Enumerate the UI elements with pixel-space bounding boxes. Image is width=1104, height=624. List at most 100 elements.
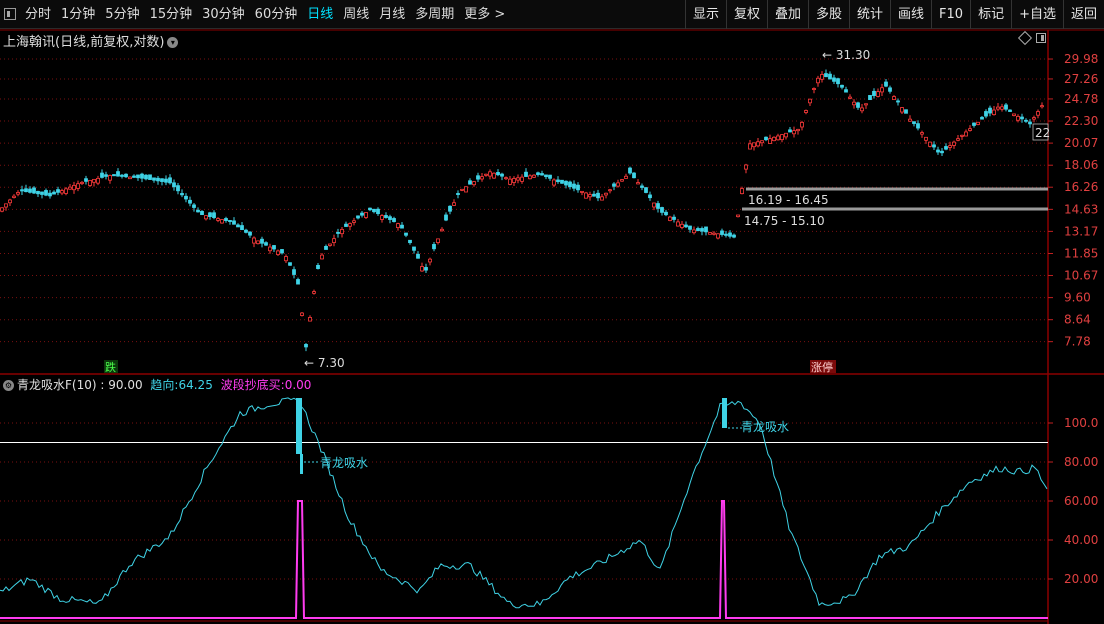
candle-body	[608, 189, 612, 192]
stock-title: 上海翰讯(日线,前复权,对数)	[3, 35, 165, 50]
candle-body	[1012, 113, 1016, 116]
candle-body	[448, 205, 452, 212]
candle-body	[264, 242, 268, 246]
candle-body	[524, 171, 528, 177]
candle-body	[308, 317, 312, 322]
candle-body	[248, 231, 252, 236]
candle-body	[48, 192, 52, 197]
candle-body	[392, 218, 396, 222]
candle-body	[124, 173, 128, 178]
candle-body	[144, 174, 148, 180]
candle-body	[868, 95, 872, 101]
settings-icon[interactable]: ⚙	[3, 380, 14, 391]
kline-chart-canvas[interactable]: 29.98 27.26 24.78 22.30 20.07 18.06 16.26 14.63…	[0, 0, 1104, 624]
candle-body	[884, 81, 888, 87]
candle-body	[80, 181, 84, 184]
candle-body	[984, 111, 988, 117]
candle-body	[724, 233, 728, 236]
candle-body	[96, 177, 100, 184]
candle-body	[500, 173, 504, 177]
candle-body	[828, 73, 832, 80]
candle-body	[28, 188, 32, 193]
candle-body	[20, 189, 24, 192]
price-axis-label: 7.78	[1064, 335, 1091, 349]
candle-body	[804, 110, 808, 113]
candle-body	[184, 195, 188, 200]
candle-body	[232, 220, 236, 225]
trend-value: 64.25	[178, 378, 213, 392]
candle-body	[196, 209, 200, 213]
candle-body	[296, 279, 300, 285]
candle-body	[388, 216, 392, 220]
candle-body	[16, 192, 20, 195]
candle-body	[64, 188, 68, 194]
candle-body	[692, 229, 696, 234]
candle-body	[256, 240, 260, 245]
candle-body	[796, 128, 800, 132]
candle-body	[208, 212, 212, 217]
signal-bar	[722, 398, 727, 428]
candle-body	[856, 102, 860, 108]
candle-body	[252, 237, 256, 244]
candle-body	[540, 173, 544, 176]
candle-body	[888, 87, 892, 92]
candle-body	[640, 185, 644, 188]
zone-lower-label: 14.75 - 15.10	[744, 214, 825, 228]
bottom-buy-line	[0, 500, 1048, 619]
candle-body	[460, 188, 464, 191]
candle-body	[788, 129, 792, 133]
candle-body	[188, 199, 192, 204]
candle-body	[168, 177, 172, 184]
candle-body	[952, 141, 956, 146]
candle-body	[260, 238, 264, 244]
candle-body	[1004, 104, 1008, 110]
candle-body	[572, 183, 576, 189]
candle-body	[852, 101, 856, 106]
candle-body	[156, 177, 160, 182]
candle-body	[532, 174, 536, 178]
candle-body	[832, 77, 836, 82]
candle-body	[968, 128, 972, 131]
candle-body	[1032, 117, 1036, 120]
candle-body	[596, 192, 600, 199]
candle-body	[708, 232, 712, 235]
price-axis-label: 14.63	[1064, 202, 1098, 216]
candle-body	[684, 224, 688, 228]
candle-body	[4, 203, 8, 208]
candle-body	[512, 178, 516, 183]
candle-body	[704, 226, 708, 233]
candle-body	[40, 191, 44, 195]
candle-body	[100, 172, 104, 178]
candle-body	[696, 228, 700, 231]
candle-body	[1000, 106, 1004, 110]
indicator-name[interactable]: 青龙吸水F(10)	[17, 378, 97, 392]
candle-body	[592, 193, 596, 197]
candle-body	[396, 223, 400, 229]
candle-body	[612, 183, 616, 187]
candle-body	[280, 249, 284, 254]
window-toggle-icon[interactable]	[1036, 33, 1046, 43]
candle-body	[480, 176, 484, 180]
candle-body	[432, 244, 436, 250]
candle-body	[24, 188, 28, 193]
chevron-down-icon[interactable]: ▾	[167, 37, 179, 48]
candle-body	[420, 266, 424, 272]
candle-body	[980, 116, 984, 120]
indicator-axis-label: 80.00	[1064, 455, 1098, 469]
candle-body	[368, 207, 372, 211]
candle-body	[1040, 105, 1044, 108]
candle-body	[320, 254, 324, 260]
candle-body	[604, 192, 608, 196]
candle-body	[376, 208, 380, 215]
indicator-axis-label: 20.00	[1064, 572, 1098, 586]
candle-body	[816, 77, 820, 84]
candle-body	[552, 179, 556, 186]
candle-body	[332, 238, 336, 243]
candle-body	[304, 344, 308, 348]
candle-body	[928, 141, 932, 147]
candle-body	[472, 181, 476, 186]
diamond-icon[interactable]	[1017, 30, 1033, 46]
trend-label: 趋向:	[150, 378, 179, 392]
candle-body	[204, 215, 208, 220]
candle-body	[88, 179, 92, 186]
